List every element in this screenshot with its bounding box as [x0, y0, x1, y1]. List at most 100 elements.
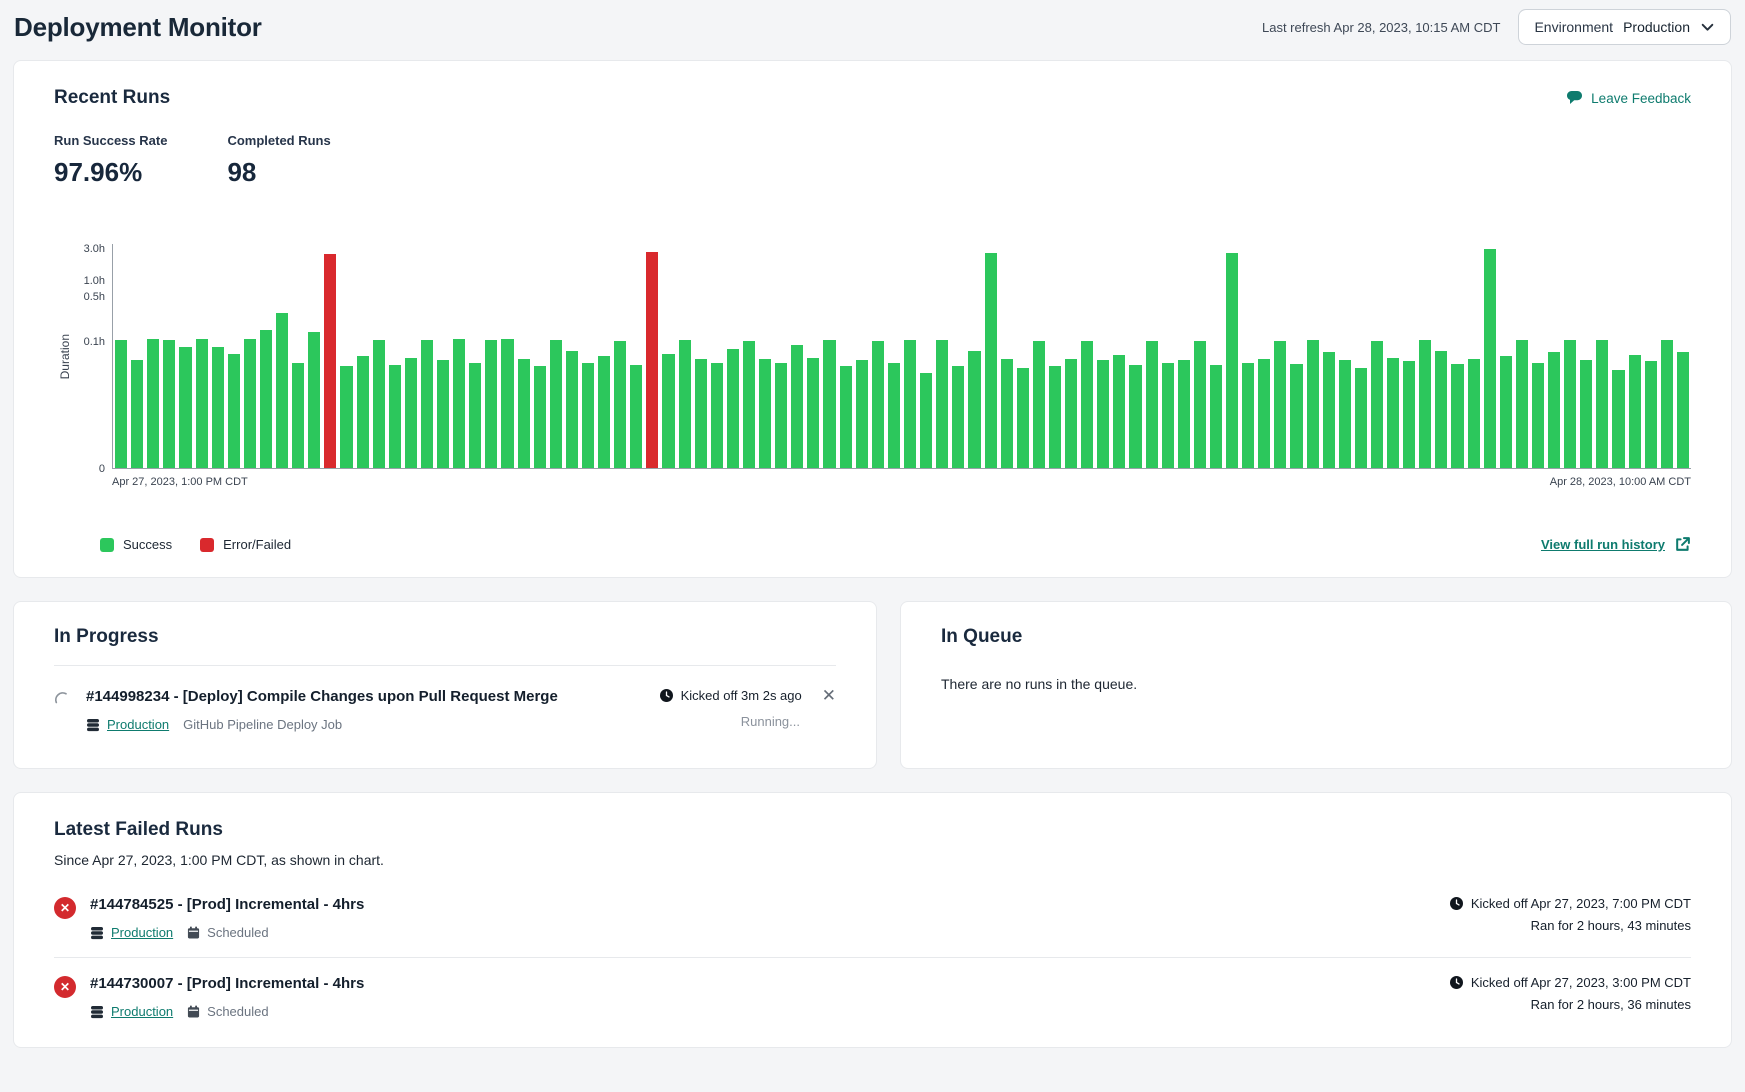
run-bar-success[interactable] [727, 349, 739, 468]
run-bar-success[interactable] [872, 341, 884, 468]
run-bar-success[interactable] [1629, 355, 1641, 468]
run-bar-success[interactable] [662, 354, 674, 468]
run-bar-failed[interactable] [324, 254, 336, 468]
run-bar-success[interactable] [1049, 366, 1061, 468]
run-bar-success[interactable] [228, 354, 240, 468]
run-bar-success[interactable] [1484, 249, 1496, 468]
run-bar-success[interactable] [292, 363, 304, 468]
run-bar-success[interactable] [1580, 360, 1592, 468]
run-bar-success[interactable] [469, 363, 481, 468]
run-bar-success[interactable] [968, 351, 980, 468]
run-bar-success[interactable] [1307, 340, 1319, 468]
run-bar-success[interactable] [1661, 340, 1673, 468]
run-bar-success[interactable] [1532, 363, 1544, 468]
run-bar-success[interactable] [1017, 368, 1029, 468]
run-bar-success[interactable] [1516, 340, 1528, 468]
run-bar-success[interactable] [614, 341, 626, 468]
run-bar-success[interactable] [1001, 359, 1013, 468]
run-bar-success[interactable] [598, 356, 610, 468]
run-bar-success[interactable] [1612, 370, 1624, 468]
in-progress-run-title[interactable]: #144998234 - [Deploy] Compile Changes up… [86, 688, 558, 706]
run-bar-success[interactable] [1097, 360, 1109, 468]
run-bar-success[interactable] [1162, 363, 1174, 468]
failed-run-title[interactable]: #144784525 - [Prod] Incremental - 4hrs [90, 896, 364, 914]
run-bar-success[interactable] [196, 339, 208, 468]
run-bar-success[interactable] [308, 332, 320, 468]
view-run-history-link[interactable]: View full run history [1541, 536, 1691, 553]
run-bar-success[interactable] [1065, 359, 1077, 468]
run-bar-success[interactable] [630, 365, 642, 468]
run-bar-success[interactable] [775, 363, 787, 468]
run-bar-success[interactable] [405, 358, 417, 468]
run-bar-success[interactable] [1645, 361, 1657, 468]
run-bar-success[interactable] [1323, 352, 1335, 468]
run-bar-success[interactable] [1129, 365, 1141, 468]
run-bar-success[interactable] [340, 366, 352, 468]
run-bar-success[interactable] [1146, 341, 1158, 468]
run-bar-success[interactable] [1178, 360, 1190, 468]
environment-tag-link[interactable]: Production [90, 925, 173, 940]
run-bar-success[interactable] [1033, 341, 1045, 468]
run-bar-success[interactable] [1548, 352, 1560, 468]
run-bar-success[interactable] [1500, 356, 1512, 468]
run-bar-success[interactable] [1564, 340, 1576, 468]
run-bar-success[interactable] [1451, 364, 1463, 468]
run-bar-success[interactable] [679, 340, 691, 468]
run-bar-success[interactable] [1371, 341, 1383, 468]
run-bar-success[interactable] [518, 359, 530, 468]
run-bar-success[interactable] [501, 339, 513, 468]
run-bar-success[interactable] [373, 340, 385, 468]
run-bar-success[interactable] [920, 373, 932, 468]
run-bar-success[interactable] [1387, 358, 1399, 468]
run-bar-success[interactable] [389, 365, 401, 468]
run-bar-success[interactable] [840, 366, 852, 468]
run-bar-success[interactable] [823, 340, 835, 468]
run-bar-success[interactable] [807, 358, 819, 468]
run-bar-success[interactable] [550, 340, 562, 468]
run-bar-success[interactable] [1113, 355, 1125, 468]
failed-run-title[interactable]: #144730007 - [Prod] Incremental - 4hrs [90, 975, 364, 993]
run-bar-success[interactable] [1355, 368, 1367, 468]
run-bar-success[interactable] [131, 360, 143, 468]
run-bar-success[interactable] [1242, 363, 1254, 468]
run-bar-success[interactable] [952, 366, 964, 468]
run-bar-success[interactable] [1081, 341, 1093, 468]
run-bar-success[interactable] [711, 363, 723, 468]
run-bar-success[interactable] [260, 330, 272, 468]
run-bar-success[interactable] [582, 363, 594, 468]
run-bar-success[interactable] [1226, 253, 1238, 468]
environment-dropdown[interactable]: Environment Production [1518, 9, 1731, 45]
run-bar-success[interactable] [276, 313, 288, 468]
run-bar-success[interactable] [1596, 340, 1608, 468]
run-bar-success[interactable] [212, 347, 224, 468]
leave-feedback-link[interactable]: Leave Feedback [1566, 90, 1691, 106]
run-bar-success[interactable] [985, 253, 997, 468]
environment-tag-link[interactable]: Production [86, 717, 169, 732]
run-bar-success[interactable] [147, 339, 159, 468]
run-bar-success[interactable] [1258, 359, 1270, 468]
run-bar-success[interactable] [1274, 341, 1286, 468]
run-bar-success[interactable] [791, 345, 803, 468]
run-bar-success[interactable] [856, 360, 868, 468]
run-bar-success[interactable] [1339, 360, 1351, 468]
run-bar-success[interactable] [163, 340, 175, 468]
run-bar-success[interactable] [357, 356, 369, 468]
run-bar-success[interactable] [1677, 352, 1689, 468]
run-bar-success[interactable] [1435, 351, 1447, 468]
run-bar-success[interactable] [485, 340, 497, 468]
run-bar-success[interactable] [421, 340, 433, 468]
run-bar-success[interactable] [1290, 364, 1302, 468]
run-bar-failed[interactable] [646, 252, 658, 468]
run-bar-success[interactable] [904, 340, 916, 468]
run-bar-success[interactable] [1210, 365, 1222, 468]
run-bar-success[interactable] [179, 347, 191, 468]
run-bar-success[interactable] [1419, 340, 1431, 468]
run-bar-success[interactable] [244, 339, 256, 468]
run-bar-success[interactable] [437, 360, 449, 468]
run-bar-success[interactable] [1468, 359, 1480, 468]
run-bar-success[interactable] [1194, 341, 1206, 468]
environment-tag-link[interactable]: Production [90, 1004, 173, 1019]
dismiss-run-button[interactable]: ✕ [822, 689, 836, 703]
run-bar-success[interactable] [115, 340, 127, 468]
run-bar-success[interactable] [743, 341, 755, 468]
